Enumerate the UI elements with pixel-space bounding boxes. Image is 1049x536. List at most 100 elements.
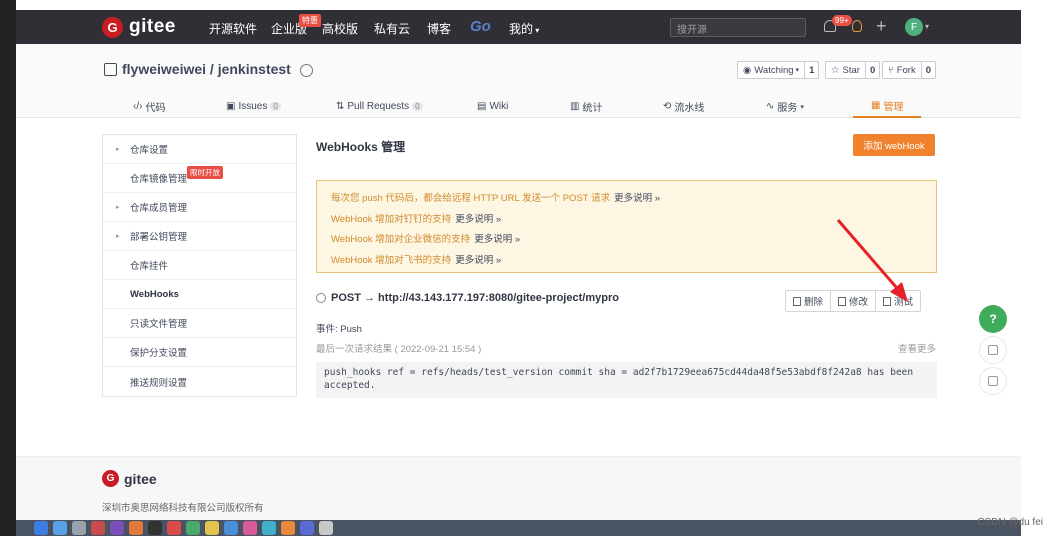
repo-badge-icon <box>300 64 313 77</box>
pipeline-icon: ⟲ <box>663 101 672 112</box>
search-input[interactable]: 搜开源 <box>670 18 806 37</box>
test-label: 测试 <box>894 297 914 308</box>
help-button[interactable]: ? <box>979 305 1007 333</box>
sidebar-item-protected-branches[interactable]: 保护分支设置 <box>103 338 296 367</box>
star-icon: ☆ <box>831 64 840 76</box>
app-icon[interactable] <box>319 521 333 535</box>
tab-wiki[interactable]: ▤ Wiki <box>477 95 508 118</box>
tab-label: 统计 <box>582 103 603 114</box>
settings-icon[interactable] <box>72 521 86 535</box>
star-button[interactable]: ☆ Star 0 <box>825 61 881 79</box>
terminal-app-icon[interactable] <box>148 521 162 535</box>
see-more-link[interactable]: 查看更多 <box>898 341 936 355</box>
notice-more-link[interactable]: 更多说明 » <box>614 190 660 204</box>
code-icon: ‹/› <box>133 101 143 112</box>
settings-sidebar: ▸ 仓库设置 仓库镜像管理 限时开放 ▸ 仓库成员管理 ▸ 部署公钥管理 仓库挂件 We… <box>102 134 297 397</box>
request-log: push_hooks ref = refs/heads/test_version… <box>316 362 937 398</box>
chat-button[interactable] <box>979 367 1007 395</box>
macos-dock <box>16 520 1021 536</box>
delete-webhook-button[interactable]: 删除 <box>786 291 832 311</box>
issues-icon: ▣ <box>226 101 236 112</box>
app-icon[interactable] <box>224 521 238 535</box>
repo-name[interactable]: flyweiweiwei / jenkinstest <box>122 61 291 77</box>
window: G gitee 开源软件 企业版 特惠 高校版 私有云 博客 Go 我的 ▾ 搜… <box>0 0 1049 536</box>
avatar-chevron-down-icon[interactable]: ▾ <box>925 22 929 31</box>
watch-button[interactable]: ◉ Watching ▾ 1 <box>737 61 820 79</box>
nav-blog[interactable]: 博客 <box>427 20 451 37</box>
webhook-url-row: POST → http://43.143.177.197:8080/gitee-… <box>316 292 619 304</box>
app-icon[interactable] <box>262 521 276 535</box>
test-webhook-button[interactable]: 测试 <box>876 291 920 311</box>
sidebar-item-members[interactable]: ▸ 仓库成员管理 <box>103 193 296 222</box>
trash-icon <box>793 296 801 306</box>
nav-open-source[interactable]: 开源软件 <box>209 20 257 37</box>
tab-issues[interactable]: ▣ Issues 0 <box>226 95 281 118</box>
manage-icon: ▦ <box>871 100 881 111</box>
plus-icon[interactable]: + <box>876 16 887 37</box>
sidebar-item-mirror[interactable]: 仓库镜像管理 限时开放 <box>103 164 296 193</box>
tab-code[interactable]: ‹/› 代码 <box>133 95 165 118</box>
sidebar-item-deploy-keys[interactable]: ▸ 部署公钥管理 <box>103 222 296 251</box>
tab-pull-requests[interactable]: ⇅ Pull Requests 0 <box>336 95 423 118</box>
nav-private-cloud[interactable]: 私有云 <box>374 20 410 37</box>
sidebar-item-repo-settings[interactable]: ▸ 仓库设置 <box>103 135 296 164</box>
app-icon[interactable] <box>243 521 257 535</box>
feedback-button[interactable] <box>979 336 1007 364</box>
edit-webhook-button[interactable]: 修改 <box>831 291 877 311</box>
eye-icon: ◉ <box>743 64 752 76</box>
chart-icon: ▥ <box>570 101 580 112</box>
sidebar-item-readonly-files[interactable]: 只读文件管理 <box>103 309 296 338</box>
notice-more-link[interactable]: 更多说明 » <box>455 252 501 266</box>
sidebar-item-label: 仓库镜像管理 <box>130 174 188 185</box>
notice-line: WebHook 增加对企业微信的支持 更多说明 » <box>331 228 922 249</box>
footer-logo[interactable]: G gitee <box>102 470 157 487</box>
finder-icon[interactable] <box>34 521 48 535</box>
tab-manage[interactable]: ▦ 管理 <box>853 95 922 118</box>
gitee-logo-text: gitee <box>129 16 176 37</box>
app-icon[interactable] <box>129 521 143 535</box>
watch-label: Watching <box>754 64 794 76</box>
browser-viewport: G gitee 开源软件 企业版 特惠 高校版 私有云 博客 Go 我的 ▾ 搜… <box>16 10 1021 520</box>
avatar[interactable]: F <box>905 18 923 36</box>
lightbulb-icon[interactable] <box>852 20 862 32</box>
chevron-right-icon: ▸ <box>116 204 120 211</box>
notice-more-link[interactable]: 更多说明 » <box>455 211 501 225</box>
fork-icon: ⑂ <box>888 64 894 76</box>
safari-icon[interactable] <box>53 521 67 535</box>
notice-more-link[interactable]: 更多说明 » <box>474 231 520 245</box>
sidebar-item-push-rules[interactable]: 推送规则设置 <box>103 367 296 396</box>
gitee-logo[interactable]: G gitee <box>102 16 176 38</box>
tab-label: Wiki <box>489 101 509 112</box>
app-icon[interactable] <box>110 521 124 535</box>
tab-label: Pull Requests <box>347 101 410 112</box>
sidebar-item-label: 只读文件管理 <box>130 319 188 330</box>
nav-mine[interactable]: 我的 ▾ <box>509 20 539 37</box>
footer-gitee-icon: G <box>102 470 119 487</box>
sidebar-item-widgets[interactable]: 仓库挂件 <box>103 251 296 280</box>
tab-services[interactable]: ∿ 服务 ▾ <box>766 95 804 118</box>
tab-pipeline[interactable]: ⟲ 流水线 <box>663 95 704 118</box>
watch-count: 1 <box>809 64 815 76</box>
services-icon: ∿ <box>766 101 775 112</box>
footer: G gitee 深圳市奥思网络科技有限公司版权所有 <box>16 456 1021 520</box>
app-icon[interactable] <box>167 521 181 535</box>
app-icon[interactable] <box>186 521 200 535</box>
edit-note-icon <box>988 345 998 355</box>
tab-stats[interactable]: ▥ 统计 <box>570 95 602 118</box>
edit-label: 修改 <box>849 297 869 308</box>
nav-go[interactable]: Go <box>470 18 491 35</box>
add-webhook-button[interactable]: 添加 webHook <box>853 134 935 156</box>
wiki-icon: ▤ <box>477 101 487 112</box>
app-icon[interactable] <box>281 521 295 535</box>
nav-university[interactable]: 高校版 <box>322 20 358 37</box>
notification-badge: 99+ <box>832 15 852 26</box>
sidebar-item-webhooks[interactable]: WebHooks <box>103 280 296 309</box>
repo-icon <box>104 62 117 76</box>
app-icon[interactable] <box>300 521 314 535</box>
tab-label: 代码 <box>145 103 166 114</box>
fork-button[interactable]: ⑂ Fork 0 <box>882 61 936 79</box>
sidebar-item-label: WebHooks <box>130 288 179 300</box>
app-icon[interactable] <box>205 521 219 535</box>
sidebar-item-label: 仓库成员管理 <box>130 203 188 214</box>
app-icon[interactable] <box>91 521 105 535</box>
